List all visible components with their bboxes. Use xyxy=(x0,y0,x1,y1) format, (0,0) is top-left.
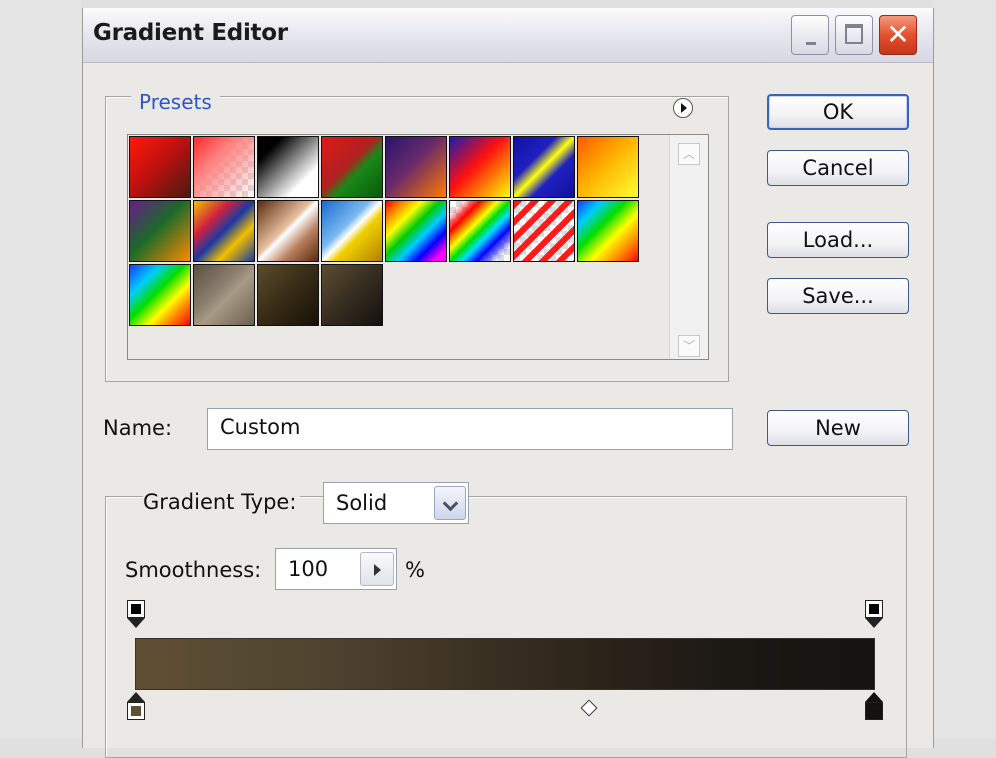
preset-swatch[interactable] xyxy=(129,264,191,326)
window-title: Gradient Editor xyxy=(93,20,288,46)
preset-swatch[interactable] xyxy=(449,136,511,198)
title-bar[interactable]: Gradient Editor ✕ xyxy=(83,8,933,63)
preset-swatch[interactable] xyxy=(129,136,191,198)
preset-swatch[interactable] xyxy=(513,200,575,262)
preset-swatch[interactable] xyxy=(257,136,319,198)
preset-swatch[interactable] xyxy=(193,200,255,262)
presets-label: Presets xyxy=(131,90,220,114)
load-button[interactable]: Load... xyxy=(767,222,909,258)
preset-swatch[interactable] xyxy=(449,200,511,262)
preset-swatch[interactable] xyxy=(513,136,575,198)
smoothness-label: Smoothness: xyxy=(125,558,262,582)
preset-swatch[interactable] xyxy=(577,200,639,262)
smoothness-value: 100 xyxy=(288,557,329,581)
preset-swatch[interactable] xyxy=(129,200,191,262)
minimize-button[interactable] xyxy=(791,15,829,55)
close-icon: ✕ xyxy=(886,18,910,51)
minimize-icon xyxy=(806,42,816,45)
save-button[interactable]: Save... xyxy=(767,278,909,314)
background-right xyxy=(932,0,996,738)
close-button[interactable]: ✕ xyxy=(879,15,917,55)
cancel-button[interactable]: Cancel xyxy=(767,150,909,186)
preset-swatch[interactable] xyxy=(385,136,447,198)
preset-swatch[interactable] xyxy=(257,264,319,326)
preset-swatch[interactable] xyxy=(193,264,255,326)
gradient-type-value: Solid xyxy=(336,491,388,515)
chevron-down-icon[interactable] xyxy=(434,486,466,520)
preset-swatch[interactable] xyxy=(577,136,639,198)
gradient-settings-group xyxy=(105,496,907,758)
background-left xyxy=(0,0,82,738)
name-input[interactable]: Custom xyxy=(207,408,733,450)
preset-swatch[interactable] xyxy=(321,200,383,262)
new-button[interactable]: New xyxy=(767,410,909,446)
gradient-editor-window: Gradient Editor ✕ Presets ︿ ﹀ OK Cancel … xyxy=(82,8,934,758)
preset-swatch[interactable] xyxy=(321,264,383,326)
gradient-preview-bar[interactable] xyxy=(135,638,875,690)
preset-swatch[interactable] xyxy=(193,136,255,198)
smoothness-slider-arrow-icon[interactable] xyxy=(360,552,394,586)
flyout-menu-icon[interactable] xyxy=(673,98,693,118)
gradient-type-select[interactable]: Solid xyxy=(323,482,469,524)
maximize-button[interactable] xyxy=(835,15,873,55)
preset-swatch[interactable] xyxy=(385,200,447,262)
maximize-icon xyxy=(845,24,863,44)
name-label: Name: xyxy=(103,416,173,440)
preset-scrollbar[interactable]: ︿ ﹀ xyxy=(669,135,708,359)
scroll-up-arrow-icon[interactable]: ︿ xyxy=(678,143,700,165)
preset-swatch[interactable] xyxy=(321,136,383,198)
preset-swatch[interactable] xyxy=(257,200,319,262)
ok-button[interactable]: OK xyxy=(767,94,909,130)
scroll-down-arrow-icon[interactable]: ﹀ xyxy=(678,335,700,357)
gradient-type-label: Gradient Type: xyxy=(143,490,301,514)
smoothness-input[interactable]: 100 xyxy=(275,548,397,590)
percent-label: % xyxy=(405,558,425,582)
preset-swatch-area xyxy=(127,134,709,360)
